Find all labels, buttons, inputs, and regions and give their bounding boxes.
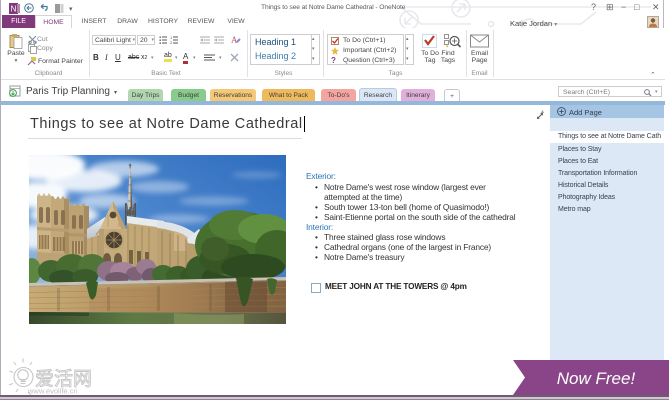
- svg-text:www.evolife.cn: www.evolife.cn: [27, 387, 78, 396]
- svg-text:A: A: [231, 35, 238, 45]
- svg-text:2: 2: [170, 40, 173, 44]
- svg-text:Now Free!: Now Free!: [557, 369, 636, 388]
- svg-text:N: N: [11, 5, 17, 14]
